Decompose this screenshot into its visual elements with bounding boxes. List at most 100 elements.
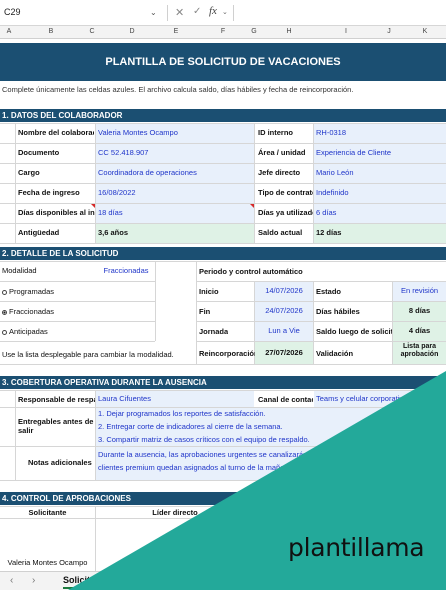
option-label: Fraccionadas bbox=[9, 307, 55, 316]
label-fecha-ingreso: Fecha de ingreso bbox=[18, 188, 80, 197]
solicitante-name: Valeria Montes Ocampo bbox=[7, 558, 88, 567]
grid-line bbox=[0, 518, 446, 519]
label-modalidad: Modalidad bbox=[2, 266, 37, 275]
divider bbox=[167, 5, 168, 21]
label-antiguedad: Antigüedad bbox=[18, 228, 60, 237]
function-dropdown-icon[interactable]: ⌄ bbox=[222, 8, 228, 16]
formula-bar: C29 ⌄ ✕ ✓ fx ⌄ bbox=[0, 0, 446, 26]
estado-field[interactable]: En revisión bbox=[393, 282, 446, 301]
column-header[interactable]: B bbox=[46, 28, 56, 35]
label-jefe: Jefe directo bbox=[258, 168, 301, 177]
label-notas: Notas adicionales bbox=[28, 458, 92, 467]
radio-unchecked-icon[interactable] bbox=[2, 329, 7, 335]
insert-function-icon[interactable]: fx bbox=[209, 5, 217, 17]
sheet-tab-solicitud[interactable]: Solicitud bbox=[63, 575, 101, 585]
column-headers: A B C D E F G H I J K bbox=[0, 26, 446, 39]
saldo-luego-value: 4 días bbox=[393, 322, 446, 341]
option-anticipadas[interactable]: Anticipadas bbox=[2, 327, 48, 336]
name-box-dropdown-icon[interactable]: ⌄ bbox=[150, 8, 157, 17]
comment-indicator-icon[interactable] bbox=[250, 204, 254, 208]
label-lider: Líder directo bbox=[152, 508, 198, 517]
column-header[interactable]: D bbox=[127, 28, 137, 35]
cancel-icon[interactable]: ✕ bbox=[175, 6, 184, 19]
label-periodo: Periodo y control automático bbox=[199, 267, 303, 276]
divider bbox=[233, 5, 234, 21]
section-header-approvals: 4. CONTROL DE APROBACIONES bbox=[0, 492, 446, 505]
option-programadas[interactable]: Programadas bbox=[2, 287, 54, 296]
chevron-right-icon[interactable]: › bbox=[32, 575, 35, 586]
modalidad-hint: Use la lista desplegable para cambiar la… bbox=[2, 350, 174, 359]
label-dias-disponibles: Días disponibles al inicio bbox=[18, 208, 95, 217]
label-reincorporacion: Reincorporación bbox=[199, 349, 259, 358]
label-area: Área / unidad bbox=[258, 148, 306, 157]
modalidad-select[interactable]: Fraccionadas bbox=[96, 266, 156, 275]
responsable-field[interactable]: Laura Cifuentes bbox=[96, 391, 254, 407]
grid-line bbox=[0, 301, 155, 302]
nota-line: Durante la ausencia, las aprobaciones ur… bbox=[98, 450, 308, 459]
nota-line: clientes premium quedan asignados al tur… bbox=[98, 463, 295, 472]
label-responsable: Responsable de respaldo bbox=[18, 395, 95, 404]
label-id: ID interno bbox=[258, 128, 293, 137]
label-jornada: Jornada bbox=[199, 327, 229, 336]
dias-habiles-value: 8 días bbox=[393, 302, 446, 321]
label-dias-habiles: Días hábiles bbox=[316, 307, 360, 316]
entregable-item: 1. Dejar programados los reportes de sat… bbox=[98, 409, 266, 418]
label-validacion: Validación bbox=[316, 349, 354, 358]
label-saldo-luego: Saldo luego de solicitud bbox=[316, 327, 392, 336]
canal-field[interactable]: Teams y celular corporativo bbox=[314, 391, 446, 407]
entregable-item: 2. Entregar corte de indicadores al cier… bbox=[98, 422, 283, 431]
column-header[interactable]: J bbox=[384, 28, 394, 35]
column-header[interactable]: I bbox=[341, 28, 351, 35]
id-field[interactable]: RH-0318 bbox=[314, 124, 446, 143]
chevron-left-icon[interactable]: ‹ bbox=[10, 575, 13, 586]
column-header[interactable]: G bbox=[249, 28, 259, 35]
option-label: Programadas bbox=[9, 287, 55, 296]
name-box[interactable]: C29 bbox=[0, 4, 160, 22]
saldo-actual-value: 12 días bbox=[314, 224, 446, 243]
jornada-field[interactable]: Lun a Vie bbox=[255, 322, 313, 341]
dias-utilizados-field[interactable]: 6 días bbox=[314, 204, 446, 223]
cargo-field[interactable]: Coordinadora de operaciones bbox=[96, 164, 254, 183]
dias-disponibles-field[interactable]: 18 días bbox=[96, 204, 254, 223]
confirm-icon[interactable]: ✓ bbox=[193, 6, 201, 17]
fecha-ingreso-field[interactable]: 16/08/2022 bbox=[96, 184, 254, 203]
label-solicitante: Solicitante bbox=[28, 508, 67, 517]
column-header[interactable]: E bbox=[171, 28, 181, 35]
sheet-tab-bar: ‹ › Solicitud bbox=[0, 571, 446, 590]
nombre-field[interactable]: Valeria Montes Ocampo bbox=[96, 124, 254, 143]
column-header[interactable]: K bbox=[420, 28, 430, 35]
worksheet: PLANTILLA DE SOLICITUD DE VACACIONES Com… bbox=[0, 39, 446, 571]
grid-line bbox=[0, 281, 155, 282]
radio-unchecked-icon[interactable] bbox=[2, 289, 7, 295]
validacion-value: Lista para aprobación bbox=[393, 342, 446, 364]
comment-indicator-icon[interactable] bbox=[91, 204, 95, 208]
label-entregables: Entregables antes de salir bbox=[18, 417, 94, 435]
label-canal: Canal de contacto bbox=[258, 395, 313, 404]
grid-line bbox=[15, 123, 16, 243]
brand-logo-text: plantillama bbox=[288, 533, 425, 562]
area-field[interactable]: Experiencia de Cliente bbox=[314, 144, 446, 163]
grid-line bbox=[196, 261, 197, 364]
grid-line bbox=[313, 281, 314, 364]
section-header-collaborator: 1. DATOS DEL COLABORADOR bbox=[0, 109, 446, 122]
jefe-field[interactable]: Mario León bbox=[314, 164, 446, 183]
label-dias-utilizados: Días ya utilizados bbox=[258, 208, 313, 217]
column-header[interactable]: H bbox=[284, 28, 294, 35]
option-label: Anticipadas bbox=[9, 327, 48, 336]
page-title: PLANTILLA DE SOLICITUD DE VACACIONES bbox=[0, 43, 446, 81]
fin-field[interactable]: 24/07/2026 bbox=[255, 302, 313, 321]
antiguedad-value: 3,6 años bbox=[96, 224, 254, 243]
column-header[interactable]: A bbox=[4, 28, 14, 35]
inicio-field[interactable]: 14/07/2026 bbox=[255, 282, 313, 301]
label-documento: Documento bbox=[18, 148, 60, 157]
documento-field[interactable]: CC 52.418.907 bbox=[96, 144, 254, 163]
active-tab-indicator bbox=[63, 587, 103, 589]
grid-line bbox=[15, 390, 16, 480]
option-fraccionadas[interactable]: Fraccionadas bbox=[2, 307, 54, 316]
radio-checked-icon[interactable] bbox=[2, 309, 7, 315]
column-header[interactable]: C bbox=[87, 28, 97, 35]
column-header[interactable]: F bbox=[218, 28, 228, 35]
label-tipo-contrato: Tipo de contrato bbox=[258, 188, 313, 197]
grid-line bbox=[0, 321, 155, 322]
tipo-contrato-field[interactable]: Indefinido bbox=[314, 184, 446, 203]
